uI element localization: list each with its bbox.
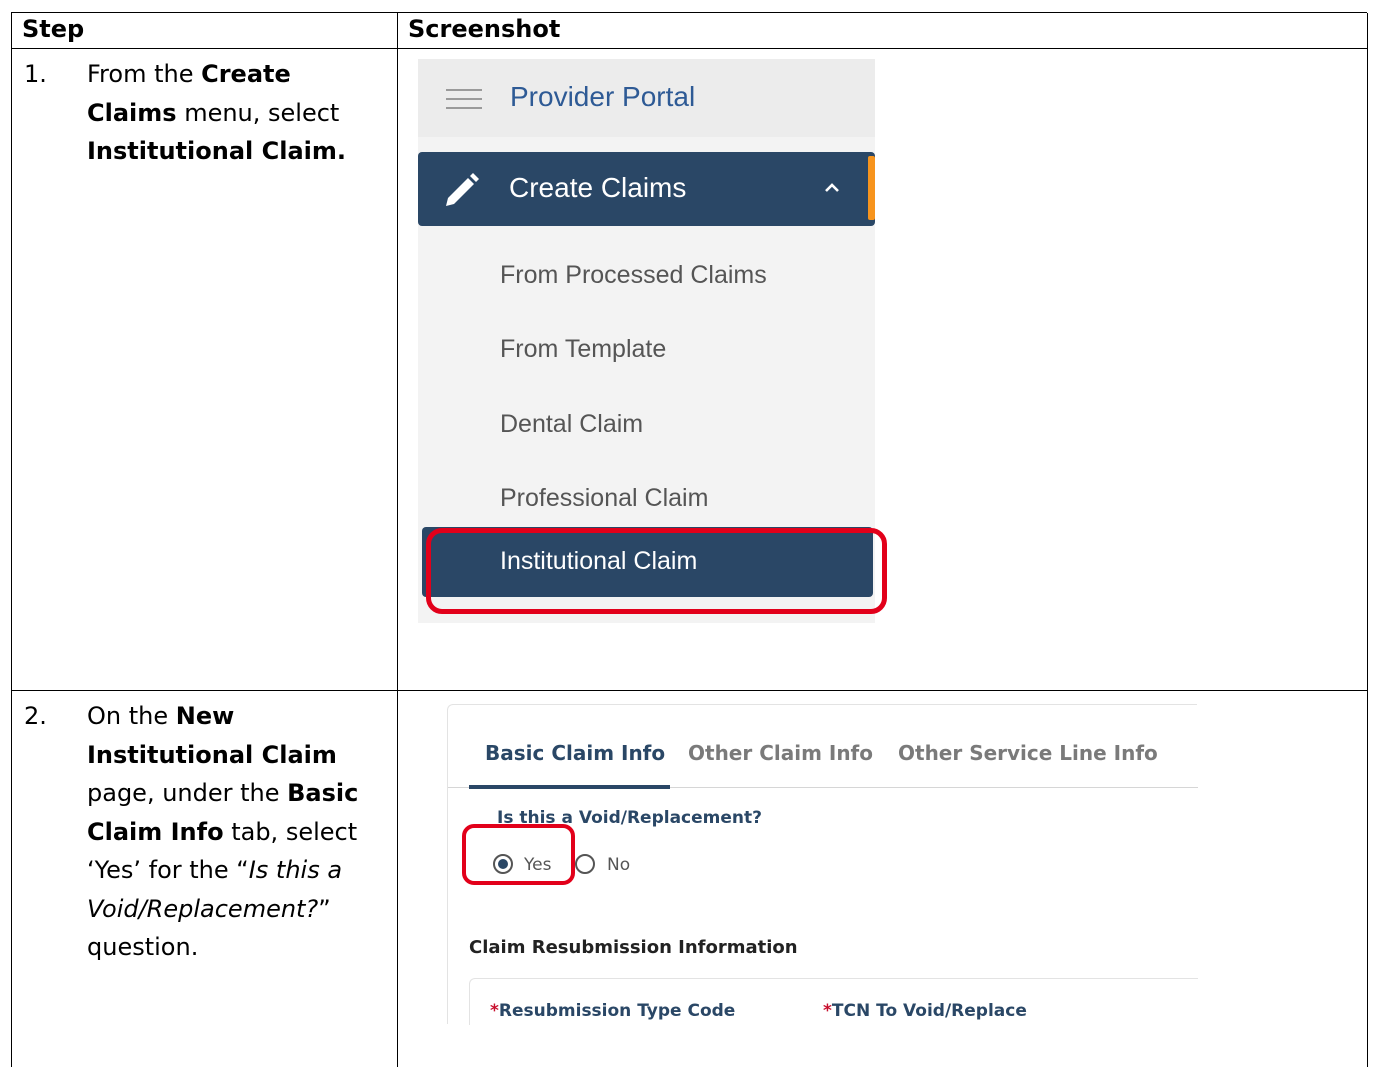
section-claim-resubmission: Claim Resubmission Information [469, 937, 798, 958]
menu-item-from-template[interactable]: From Template [500, 335, 666, 364]
step-2-number: 2. [24, 702, 47, 730]
nav-header: Provider Portal [418, 59, 875, 137]
active-accent-bar [868, 156, 875, 220]
menu-item-from-processed-claims[interactable]: From Processed Claims [500, 261, 767, 290]
header-screenshot: Screenshot [398, 13, 1368, 49]
radio-no[interactable] [575, 854, 595, 874]
tab-other-claim-info[interactable]: Other Claim Info [688, 741, 873, 765]
tab-basic-claim-info[interactable]: Basic Claim Info [485, 741, 665, 765]
step-2-text: On the New Institutional Claim page, und… [87, 702, 359, 961]
step-1-number: 1. [24, 60, 47, 88]
highlight-yes-option [462, 824, 575, 885]
step-1-cell: 1. From the Create Claims menu, select I… [12, 49, 398, 691]
tcn-to-void-replace-label: *TCN To Void/Replace [823, 1001, 1027, 1021]
header-step: Step [12, 13, 398, 49]
highlight-institutional-claim [426, 528, 887, 614]
tab-other-service-line-info[interactable]: Other Service Line Info [898, 741, 1158, 765]
step-2-cell: 2. On the New Institutional Claim page, … [12, 691, 398, 1067]
active-tab-indicator [469, 785, 670, 789]
hamburger-menu-icon[interactable] [446, 89, 482, 109]
create-claims-menu[interactable]: Create Claims [418, 152, 875, 226]
portal-title[interactable]: Provider Portal [510, 81, 695, 113]
create-claims-label: Create Claims [509, 172, 687, 203]
pencil-icon [446, 173, 479, 206]
step-1-text: From the Create Claims menu, select Inst… [87, 60, 346, 165]
chevron-up-icon[interactable] [822, 180, 842, 194]
radio-no-label: No [607, 855, 631, 875]
menu-item-professional-claim[interactable]: Professional Claim [500, 484, 708, 513]
resubmission-type-code-label: *Resubmission Type Code [490, 1001, 736, 1021]
menu-item-dental-claim[interactable]: Dental Claim [500, 410, 643, 439]
